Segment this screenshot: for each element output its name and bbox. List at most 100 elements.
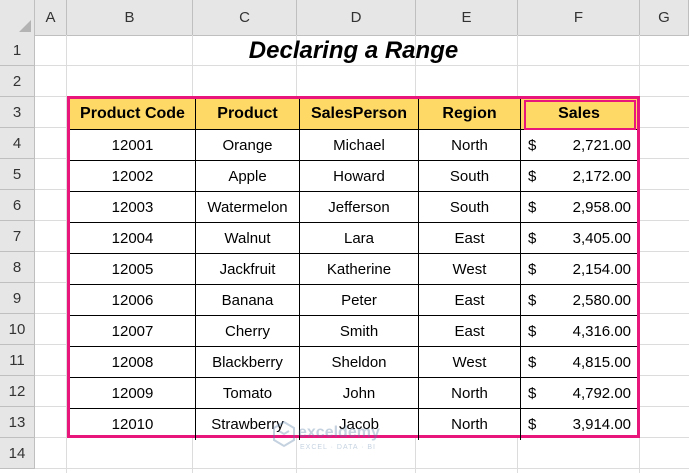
column-header-c[interactable]: C <box>193 0 297 35</box>
table-cell-product[interactable]: Jackfruit <box>196 254 300 285</box>
table-cell-salesperson[interactable]: Lara <box>300 223 419 254</box>
table-cell-product-code[interactable]: 12007 <box>70 316 196 347</box>
header-cell-region[interactable]: Region <box>419 99 521 130</box>
row-header-13[interactable]: 13 <box>0 407 35 438</box>
header-cell-product-code[interactable]: Product Code <box>70 99 196 130</box>
table-cell-product-code[interactable]: 12010 <box>70 409 196 440</box>
currency-symbol: $ <box>528 198 537 216</box>
table-cell-product[interactable]: Blackberry <box>196 347 300 378</box>
table-cell-sales[interactable]: $2,958.00 <box>521 192 637 223</box>
table-cell-product-code[interactable]: 12004 <box>70 223 196 254</box>
table-cell-salesperson[interactable]: Smith <box>300 316 419 347</box>
header-cell-product[interactable]: Product <box>196 99 300 130</box>
table-cell-salesperson[interactable]: John <box>300 378 419 409</box>
sales-amount: 2,172.00 <box>572 167 631 185</box>
spreadsheet-grid: ABCDEFG 1 2 3 4 5 6 7 8 9 10 11 12 13 14 Declaring a … <box>0 0 689 473</box>
table-cell-product-code[interactable]: 12009 <box>70 378 196 409</box>
table-cell-salesperson[interactable]: Michael <box>300 130 419 161</box>
sales-amount: 4,815.00 <box>572 353 631 371</box>
column-header-a[interactable]: A <box>35 0 67 35</box>
sales-amount: 4,792.00 <box>572 384 631 402</box>
column-header-f[interactable]: F <box>518 0 640 35</box>
row-header-14[interactable]: 14 <box>0 438 35 469</box>
table-cell-salesperson[interactable]: Howard <box>300 161 419 192</box>
table-cell-product-code[interactable]: 12003 <box>70 192 196 223</box>
table-cell-sales[interactable]: $2,172.00 <box>521 161 637 192</box>
currency-symbol: $ <box>528 260 537 278</box>
sales-amount: 2,958.00 <box>572 198 631 216</box>
header-cell-sales[interactable]: Sales <box>521 99 637 130</box>
row-header-5[interactable]: 5 <box>0 159 35 190</box>
table-cell-sales[interactable]: $2,154.00 <box>521 254 637 285</box>
column-header-g[interactable]: G <box>640 0 689 35</box>
table-cell-salesperson[interactable]: Katherine <box>300 254 419 285</box>
table-cell-product-code[interactable]: 12006 <box>70 285 196 316</box>
table-cell-salesperson[interactable]: Sheldon <box>300 347 419 378</box>
table-cell-sales[interactable]: $4,792.00 <box>521 378 637 409</box>
currency-symbol: $ <box>528 136 537 154</box>
row-header-1[interactable]: 1 <box>0 35 35 66</box>
table-cell-product-code[interactable]: 12008 <box>70 347 196 378</box>
column-header-d[interactable]: D <box>297 0 416 35</box>
table-cell-product[interactable]: Watermelon <box>196 192 300 223</box>
table-cell-product-code[interactable]: 12005 <box>70 254 196 285</box>
row-header-7[interactable]: 7 <box>0 221 35 252</box>
table-cell-region[interactable]: North <box>419 409 521 440</box>
row-header-4[interactable]: 4 <box>0 128 35 159</box>
column-header-b[interactable]: B <box>67 0 193 35</box>
row-header-11[interactable]: 11 <box>0 345 35 376</box>
sales-amount: 2,721.00 <box>572 136 631 154</box>
currency-symbol: $ <box>528 384 537 402</box>
select-all-corner[interactable] <box>0 0 35 35</box>
table-cell-region[interactable]: South <box>419 192 521 223</box>
row-header-12[interactable]: 12 <box>0 376 35 407</box>
table-cell-product-code[interactable]: 12001 <box>70 130 196 161</box>
table-cell-region[interactable]: South <box>419 161 521 192</box>
table-cell-region[interactable]: East <box>419 285 521 316</box>
table-cell-region[interactable]: East <box>419 316 521 347</box>
row-header-9[interactable]: 9 <box>0 283 35 314</box>
table-cell-product[interactable]: Cherry <box>196 316 300 347</box>
row-header-8[interactable]: 8 <box>0 252 35 283</box>
table-cell-product[interactable]: Banana <box>196 285 300 316</box>
table-cell-product[interactable]: Tomato <box>196 378 300 409</box>
table-cell-product-code[interactable]: 12002 <box>70 161 196 192</box>
currency-symbol: $ <box>528 353 537 371</box>
sales-amount: 2,580.00 <box>572 291 631 309</box>
watermark-name: exceldemy <box>298 424 380 441</box>
table-cell-region[interactable]: East <box>419 223 521 254</box>
table-cell-sales[interactable]: $3,405.00 <box>521 223 637 254</box>
currency-symbol: $ <box>528 416 537 433</box>
select-all-icon <box>19 20 31 32</box>
sales-amount: 2,154.00 <box>572 260 631 278</box>
gridline-horizontal <box>35 468 689 469</box>
table-cell-region[interactable]: West <box>419 347 521 378</box>
table-cell-sales[interactable]: $3,914.00 <box>521 409 637 440</box>
data-table: Product Code Product SalesPerson Region Sale… <box>67 96 640 440</box>
sales-amount: 4,316.00 <box>572 322 631 340</box>
row-header-3[interactable]: 3 <box>0 97 35 128</box>
table-cell-product[interactable]: Orange <box>196 130 300 161</box>
row-header-6[interactable]: 6 <box>0 190 35 221</box>
table-cell-sales[interactable]: $2,580.00 <box>521 285 637 316</box>
table-cell-salesperson[interactable]: Jefferson <box>300 192 419 223</box>
table-cell-sales[interactable]: $4,815.00 <box>521 347 637 378</box>
sales-amount: 3,405.00 <box>572 229 631 247</box>
table-cell-salesperson[interactable]: Peter <box>300 285 419 316</box>
column-header-e[interactable]: E <box>416 0 518 35</box>
watermark-tagline: EXCEL · DATA · BI <box>300 444 376 451</box>
table-cell-region[interactable]: West <box>419 254 521 285</box>
table-cell-product[interactable]: Apple <box>196 161 300 192</box>
sales-amount: 3,914.00 <box>572 416 631 433</box>
table-cell-sales[interactable]: $2,721.00 <box>521 130 637 161</box>
table-cell-region[interactable]: North <box>419 130 521 161</box>
watermark-icon <box>273 420 295 448</box>
currency-symbol: $ <box>528 322 537 340</box>
row-header-10[interactable]: 10 <box>0 314 35 345</box>
sheet-title: Declaring a Range <box>248 37 459 64</box>
table-cell-product[interactable]: Walnut <box>196 223 300 254</box>
table-cell-region[interactable]: North <box>419 378 521 409</box>
table-cell-sales[interactable]: $4,316.00 <box>521 316 637 347</box>
header-cell-salesperson[interactable]: SalesPerson <box>300 99 419 130</box>
row-header-2[interactable]: 2 <box>0 66 35 97</box>
